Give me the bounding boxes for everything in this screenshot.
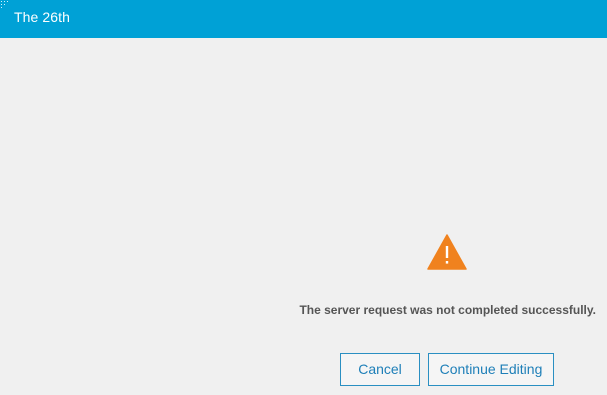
error-message: The server request was not completed suc… <box>299 303 596 317</box>
title-bar: The 26th <box>0 0 607 38</box>
warning-triangle-icon <box>427 234 467 270</box>
cancel-button[interactable]: Cancel <box>340 353 420 386</box>
continue-editing-button[interactable]: Continue Editing <box>428 353 554 386</box>
resize-grip-icon[interactable] <box>1 1 11 11</box>
dialog-window: The 26th The server request was not comp… <box>0 0 607 395</box>
window-title: The 26th <box>14 9 71 25</box>
